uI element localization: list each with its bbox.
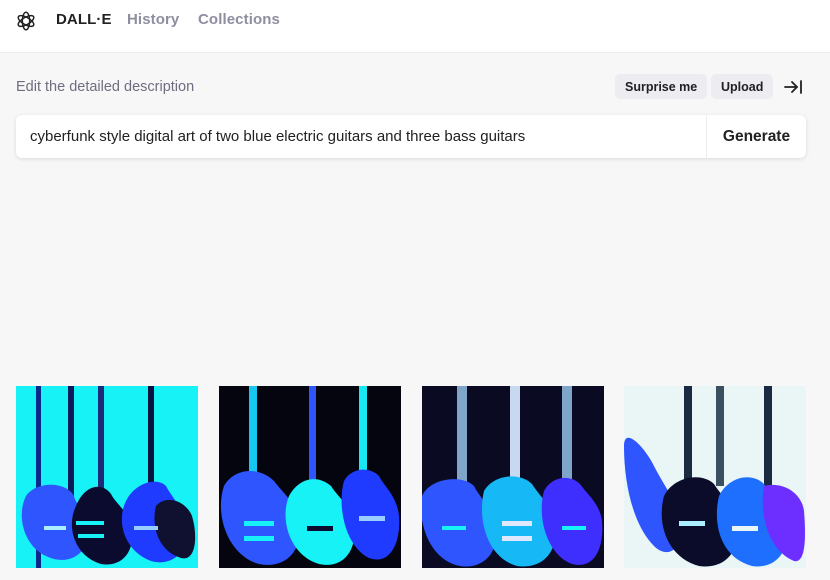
prompt-input[interactable] bbox=[16, 115, 706, 158]
guitar-artwork-2 bbox=[219, 386, 401, 568]
arrow-to-right-icon[interactable] bbox=[782, 77, 804, 97]
surprise-me-button[interactable]: Surprise me bbox=[615, 74, 708, 99]
guitar-artwork-3 bbox=[422, 386, 604, 568]
guitar-artwork-1 bbox=[16, 386, 198, 568]
top-nav-bar: DALL·E History Collections bbox=[0, 0, 830, 53]
nav-collections[interactable]: Collections bbox=[198, 11, 280, 28]
nav-dalle[interactable]: DALL·E bbox=[56, 11, 112, 28]
generate-button[interactable]: Generate bbox=[706, 115, 806, 158]
result-image-3[interactable] bbox=[422, 386, 604, 568]
result-image-1[interactable] bbox=[16, 386, 198, 568]
result-image-4[interactable] bbox=[624, 386, 806, 568]
guitar-artwork-4 bbox=[624, 386, 806, 568]
openai-logo-icon[interactable] bbox=[15, 10, 37, 32]
nav-history[interactable]: History bbox=[127, 11, 179, 28]
edit-description-label: Edit the detailed description bbox=[16, 79, 195, 95]
upload-button[interactable]: Upload bbox=[711, 74, 774, 99]
result-image-2[interactable] bbox=[219, 386, 401, 568]
prompt-box: Generate bbox=[16, 115, 806, 158]
